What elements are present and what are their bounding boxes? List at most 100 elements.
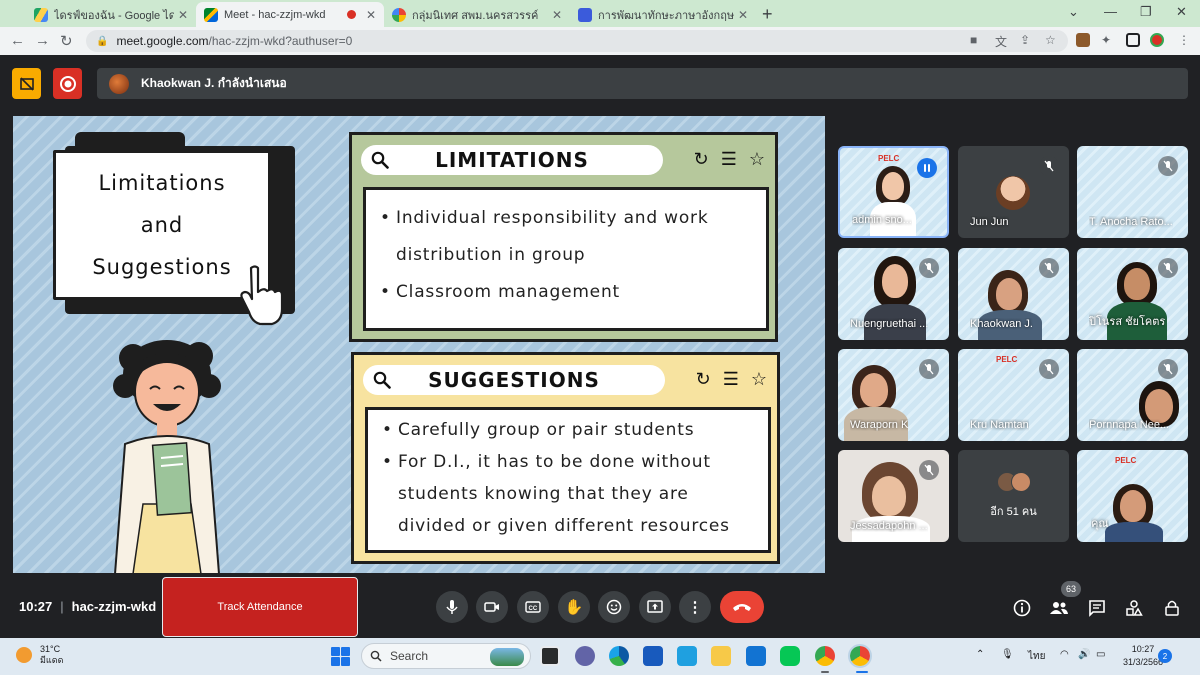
suggestions-list-box: Carefully group or pair students For D.I… (365, 407, 771, 553)
tray-chevron-up-icon[interactable]: ⌃ (976, 649, 984, 660)
captions-icon: CC (525, 601, 541, 613)
people-icon (1050, 602, 1068, 614)
limitations-list-box: Individual responsibility and work distr… (363, 187, 769, 331)
clock-time: 10:27 (1131, 644, 1155, 654)
l-app-icon[interactable] (677, 646, 697, 666)
back-arrow-icon[interactable]: ← (10, 32, 25, 49)
raise-hand-button[interactable]: ✋ (558, 591, 590, 623)
participant-name: T. Anocha Rato... (1089, 216, 1173, 228)
participant-tile[interactable]: T. Anocha Rato... (1077, 146, 1188, 238)
address-bar[interactable]: 🔒 meet.google.com /hac-zzjm-wkd?authuser… (86, 30, 1068, 52)
side-panel-icon[interactable] (1126, 33, 1140, 47)
close-icon[interactable]: ✕ (178, 8, 188, 22)
start-button[interactable] (331, 647, 350, 666)
profile-avatar[interactable] (1150, 33, 1164, 47)
chat-button[interactable] (1086, 597, 1108, 619)
leave-call-button[interactable] (720, 591, 764, 623)
more-participants-tile[interactable]: อีก 51 คน (958, 450, 1069, 542)
windows-taskbar: 31°C มีแดด Search ⌃ 🎙 ไทย ◠ 🔊 ▭ 10:27 31… (0, 638, 1200, 675)
reactions-button[interactable] (598, 591, 630, 623)
mic-off-icon (919, 460, 939, 480)
camera-button[interactable] (476, 591, 508, 623)
forward-arrow-icon[interactable]: → (35, 32, 50, 49)
participant-tile[interactable]: Pornnapa Nee... (1077, 349, 1188, 441)
volume-icon[interactable]: 🔊 (1078, 649, 1090, 660)
close-icon[interactable]: ✕ (552, 8, 562, 22)
word-icon[interactable] (643, 646, 663, 666)
tab-title: กลุ่มนิเทศ สพม.นครสวรรค์ (412, 9, 539, 22)
more-options-button[interactable]: ⋮ (679, 591, 711, 623)
participant-tile[interactable]: ปิโนรส ชัยโคตร (1077, 248, 1188, 340)
browser-menu-icon[interactable]: ⋮ (1178, 33, 1190, 47)
new-tab-icon[interactable]: + (762, 4, 773, 25)
activities-button[interactable] (1123, 597, 1145, 619)
lock-icon: 🔒 (96, 35, 109, 47)
self-view-tile[interactable]: PELC คุณ (1077, 450, 1188, 542)
participant-tile[interactable]: Jessadapohn ... (838, 450, 949, 542)
participant-tile[interactable]: PELC Kru Namtan (958, 349, 1069, 441)
extension-icon[interactable] (1076, 33, 1090, 47)
line-app-icon[interactable] (780, 646, 800, 666)
maximize-icon[interactable]: ❐ (1140, 4, 1152, 20)
puzzle-icon[interactable]: ✦ (1101, 33, 1111, 47)
temperature: 31°C (40, 644, 61, 654)
suggestions-heading: SUGGESTIONS (428, 368, 600, 392)
tab-google-drive[interactable]: ไดรฟ์ของฉัน - Google ไดรฟ์ ✕ (26, 2, 196, 27)
reload-icon[interactable]: ↻ (60, 32, 73, 50)
limitations-heading: LIMITATIONS (435, 148, 589, 172)
input-language[interactable]: ไทย (1028, 649, 1045, 664)
participant-face (996, 278, 1022, 310)
minimize-icon[interactable]: — (1104, 4, 1117, 19)
close-icon[interactable]: ✕ (366, 8, 376, 22)
track-attendance-button[interactable]: Track Attendance (162, 577, 358, 637)
limitation-item: Individual responsibility and work distr… (380, 200, 752, 274)
share-icon[interactable]: ⇪ (1020, 33, 1030, 47)
meeting-details-button[interactable] (1011, 597, 1033, 619)
battery-icon[interactable]: ▭ (1096, 649, 1105, 660)
notification-badge[interactable]: 2 (1158, 649, 1172, 663)
captions-button[interactable]: CC (517, 591, 549, 623)
camera-permission-icon[interactable]: ■ (970, 33, 977, 47)
limitation-item: Classroom management (380, 274, 752, 311)
participant-tile[interactable]: Nuengruethai ... (838, 248, 949, 340)
participant-tile[interactable]: PELC admin sno... (838, 146, 949, 238)
tray-mic-icon[interactable]: 🎙 (1001, 649, 1014, 660)
participant-name: Jun Jun (970, 216, 1009, 228)
tab-forms[interactable]: การพัฒนาทักษะภาษาอังกฤษ English ✕ (570, 2, 756, 27)
host-controls-button[interactable] (1161, 597, 1183, 619)
activities-shapes-icon (1126, 600, 1143, 616)
weather-widget[interactable]: 31°C มีแดด (16, 644, 63, 666)
community-icon (392, 7, 406, 22)
mic-icon (446, 600, 458, 614)
wifi-icon[interactable]: ◠ (1060, 649, 1069, 660)
tab-search-chevron-icon[interactable]: ⌄ (1068, 4, 1079, 20)
mic-button[interactable] (436, 591, 468, 623)
participant-tile[interactable]: Waraporn K (838, 349, 949, 441)
taskbar-search[interactable]: Search (361, 643, 531, 669)
mail-icon[interactable] (746, 646, 766, 666)
translate-icon[interactable]: 文 (995, 33, 1007, 50)
chrome-icon[interactable] (815, 646, 835, 666)
participant-tile[interactable]: Khaokwan J. (958, 248, 1069, 340)
close-icon[interactable]: ✕ (738, 8, 748, 22)
chrome-active-icon[interactable] (848, 644, 872, 668)
file-explorer-icon[interactable] (711, 646, 731, 666)
mic-off-icon (1158, 258, 1178, 278)
task-view-icon[interactable] (540, 646, 560, 666)
teams-chat-icon[interactable] (575, 646, 595, 666)
bookmark-star-icon[interactable]: ☆ (1045, 33, 1056, 47)
people-button[interactable] (1048, 597, 1070, 619)
window-close-icon[interactable]: ✕ (1176, 4, 1187, 20)
recording-indicator-icon[interactable] (53, 68, 82, 99)
stop-captions-icon[interactable] (12, 68, 41, 99)
edge-browser-icon[interactable] (609, 646, 629, 666)
present-screen-button[interactable] (639, 591, 671, 623)
participant-tile[interactable]: Jun Jun (958, 146, 1069, 238)
tab-meet[interactable]: Meet - hac-zzjm-wkd ✕ (196, 2, 384, 27)
pelc-text-decoration: PELC (996, 355, 1018, 364)
star-icon: ☆ (750, 369, 767, 389)
more-participants-avatars (996, 472, 1031, 492)
panel-icons: ↻ ☰ ☆ (694, 149, 765, 170)
tab-community[interactable]: กลุ่มนิเทศ สพม.นครสวรรค์ ✕ (384, 2, 570, 27)
tab-title: Meet - hac-zzjm-wkd (224, 8, 326, 21)
